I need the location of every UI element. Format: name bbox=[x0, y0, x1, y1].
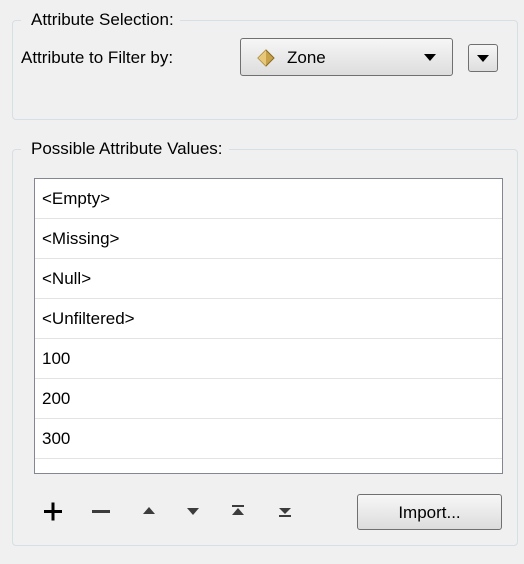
filter-by-label: Attribute to Filter by: bbox=[21, 48, 174, 67]
move-to-top-icon[interactable] bbox=[225, 494, 251, 528]
arrow-up-icon[interactable] bbox=[136, 494, 162, 528]
list-item[interactable]: <Unfiltered> bbox=[35, 299, 502, 339]
list-item[interactable]: <Null> bbox=[35, 259, 502, 299]
arrow-down-icon[interactable] bbox=[180, 494, 206, 528]
values-toolbar bbox=[40, 494, 340, 528]
minus-icon[interactable] bbox=[88, 494, 114, 528]
attribute-dropdown[interactable]: Zone bbox=[240, 38, 453, 76]
attribute-selection-title: Attribute Selection: bbox=[21, 10, 180, 30]
attribute-diamond-icon bbox=[257, 49, 275, 67]
list-item[interactable]: <Missing> bbox=[35, 219, 502, 259]
attribute-dropdown-value: Zone bbox=[287, 48, 326, 67]
import-button[interactable]: Import... bbox=[357, 494, 502, 530]
list-item[interactable]: 100 bbox=[35, 339, 502, 379]
list-item[interactable]: <Empty> bbox=[35, 179, 502, 219]
list-item[interactable]: 300 bbox=[35, 419, 502, 459]
chevron-down-icon bbox=[477, 55, 489, 62]
list-item[interactable]: 200 bbox=[35, 379, 502, 419]
move-to-bottom-icon[interactable] bbox=[272, 494, 298, 528]
attribute-menu-button[interactable] bbox=[468, 44, 498, 72]
chevron-down-icon bbox=[424, 54, 436, 61]
attribute-values-list[interactable]: <Empty> <Missing> <Null> <Unfiltered> 10… bbox=[34, 178, 503, 474]
plus-icon[interactable] bbox=[40, 494, 66, 528]
possible-values-title: Possible Attribute Values: bbox=[21, 139, 229, 159]
